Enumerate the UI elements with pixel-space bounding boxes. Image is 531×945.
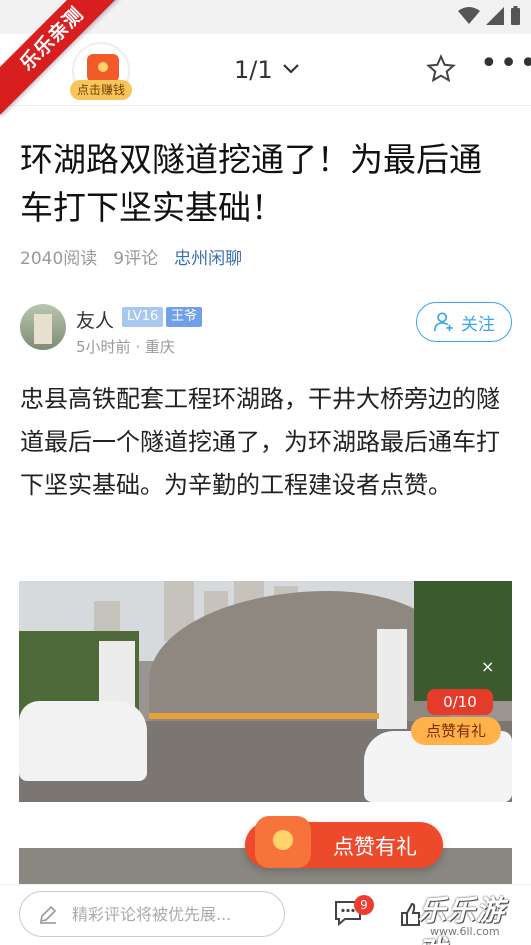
top-nav: ‹ 点击赚钱 1/1 ••• bbox=[0, 34, 531, 106]
bottom-bar: 精彩评论将被优先展... 9 乐乐游戏 www.6ll.com bbox=[0, 884, 531, 945]
coin-icon bbox=[255, 816, 311, 868]
article-photo[interactable]: × 0/10 点赞有礼 bbox=[19, 581, 512, 802]
comment-count-badge: 9 bbox=[354, 895, 374, 915]
level-badge: LV16 bbox=[122, 307, 164, 327]
comment-count-meta[interactable]: 9评论 bbox=[113, 244, 158, 269]
more-icon[interactable]: ••• bbox=[480, 46, 531, 81]
article-page: 乐乐亲测 ‹ 点击赚钱 1/1 ••• 环湖路双隧道挖通了！为最后通车打下坚实基… bbox=[0, 0, 531, 945]
pen-icon bbox=[39, 905, 57, 924]
author-sub: 5小时前 · 重庆 bbox=[76, 336, 175, 357]
like-reward-button[interactable]: 点赞有礼 bbox=[411, 717, 501, 745]
person-plus-icon bbox=[434, 312, 453, 332]
page-indicator[interactable]: 1/1 bbox=[234, 56, 273, 84]
like-icon[interactable] bbox=[400, 901, 420, 927]
follow-label: 关注 bbox=[461, 314, 495, 335]
close-icon[interactable]: × bbox=[481, 657, 494, 676]
photo-barrier bbox=[149, 713, 379, 719]
site-url: www.6ll.com bbox=[430, 925, 500, 938]
channel-link[interactable]: 忠州闲聊 bbox=[174, 244, 242, 269]
author-row: 友人 LV16 王爷 5小时前 · 重庆 关注 bbox=[20, 302, 512, 360]
star-icon[interactable] bbox=[426, 54, 456, 84]
coin-icon bbox=[87, 54, 119, 82]
like-promo-button[interactable]: 点赞有礼 bbox=[245, 816, 443, 868]
wifi-icon bbox=[458, 7, 480, 24]
post-time: 5小时前 bbox=[76, 338, 131, 356]
status-icons bbox=[458, 6, 521, 26]
like-counter: 0/10 bbox=[427, 689, 493, 715]
rank-badge: 王爷 bbox=[166, 307, 203, 327]
author-name[interactable]: 友人 bbox=[76, 306, 114, 333]
photo-gate-pillar bbox=[377, 629, 407, 729]
meta-separator: · bbox=[135, 338, 145, 356]
post-location: 重庆 bbox=[144, 338, 175, 356]
photo-car bbox=[19, 701, 147, 781]
follow-button[interactable]: 关注 bbox=[416, 302, 512, 342]
avatar[interactable] bbox=[20, 304, 66, 350]
photo-trees bbox=[414, 581, 512, 701]
earn-label[interactable]: 点击赚钱 bbox=[70, 80, 132, 100]
article-title: 环湖路双隧道挖通了！为最后通车打下坚实基础！ bbox=[20, 140, 482, 227]
battery-icon bbox=[511, 6, 520, 25]
chevron-down-icon[interactable] bbox=[282, 56, 300, 82]
article-body: 忠县高铁配套工程环湖路，干井大桥旁边的隧道最后一个隧道挖通了，为环湖路最后通车打… bbox=[20, 385, 500, 499]
promo-label: 点赞有礼 bbox=[333, 835, 417, 859]
comment-input[interactable]: 精彩评论将被优先展... bbox=[19, 891, 285, 937]
read-count: 2040阅读 bbox=[20, 249, 98, 269]
article-meta: 2040阅读 9评论 忠州闲聊 bbox=[20, 244, 242, 269]
signal-icon bbox=[486, 7, 504, 25]
